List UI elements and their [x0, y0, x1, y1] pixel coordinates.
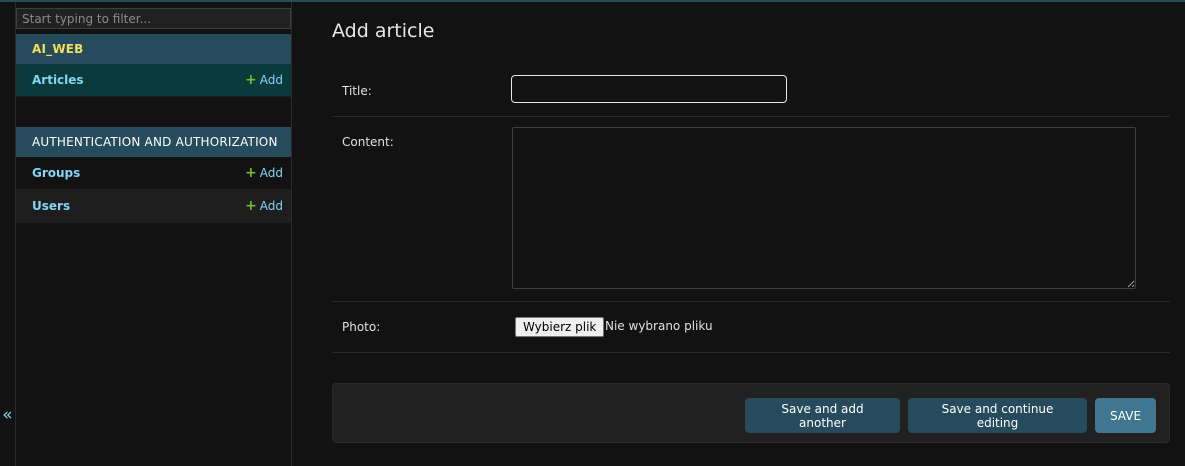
articles-add-link[interactable]: + Add [245, 64, 283, 96]
groups-link[interactable]: Groups [32, 166, 80, 180]
groups-add-link[interactable]: + Add [245, 157, 283, 189]
sidebar-item-groups[interactable]: Groups + Add [16, 157, 291, 190]
choose-file-button[interactable]: Wybierz plik [515, 317, 605, 337]
module-header-auth[interactable]: AUTHENTICATION AND AUTHORIZATION [16, 127, 291, 157]
plus-icon: + [245, 165, 257, 181]
page-title: Add article [332, 20, 435, 42]
module-ai-web: AI_WEB Articles + Add [16, 34, 291, 97]
save-and-continue-button[interactable]: Save and continue editing [908, 398, 1087, 433]
filter-input[interactable] [16, 8, 291, 29]
save-button[interactable]: SAVE [1095, 398, 1156, 433]
submit-row: Save and add another Save and continue e… [332, 383, 1170, 443]
content-label: Content: [342, 135, 394, 149]
add-label: Add [259, 166, 283, 180]
add-label: Add [259, 199, 283, 213]
form-row-photo [332, 301, 1170, 353]
collapse-sidebar-icon[interactable]: « [0, 404, 15, 426]
save-and-add-another-button[interactable]: Save and add another [745, 398, 900, 433]
plus-icon: + [245, 72, 257, 88]
title-input[interactable] [511, 75, 787, 103]
title-label: Title: [342, 84, 372, 98]
module-header-ai-web[interactable]: AI_WEB [16, 34, 291, 64]
sidebar-item-articles[interactable]: Articles + Add [16, 64, 291, 97]
plus-icon: + [245, 198, 257, 214]
sidebar-collapse-strip: « [0, 2, 16, 466]
users-link[interactable]: Users [32, 199, 70, 213]
photo-label: Photo: [342, 320, 381, 334]
articles-link[interactable]: Articles [32, 73, 84, 87]
users-add-link[interactable]: + Add [245, 190, 283, 222]
sidebar: AI_WEB Articles +Add AUTHENTICATION AND … [16, 2, 292, 466]
main-content: Add article Title: Content: Photo: Wybie… [332, 2, 1170, 466]
module-auth: AUTHENTICATION AND AUTHORIZATION Groups … [16, 127, 291, 223]
sidebar-item-users[interactable]: Users + Add [16, 190, 291, 223]
file-status: Nie wybrano pliku [605, 319, 713, 333]
content-textarea[interactable] [512, 127, 1136, 289]
add-label: Add [259, 73, 283, 87]
